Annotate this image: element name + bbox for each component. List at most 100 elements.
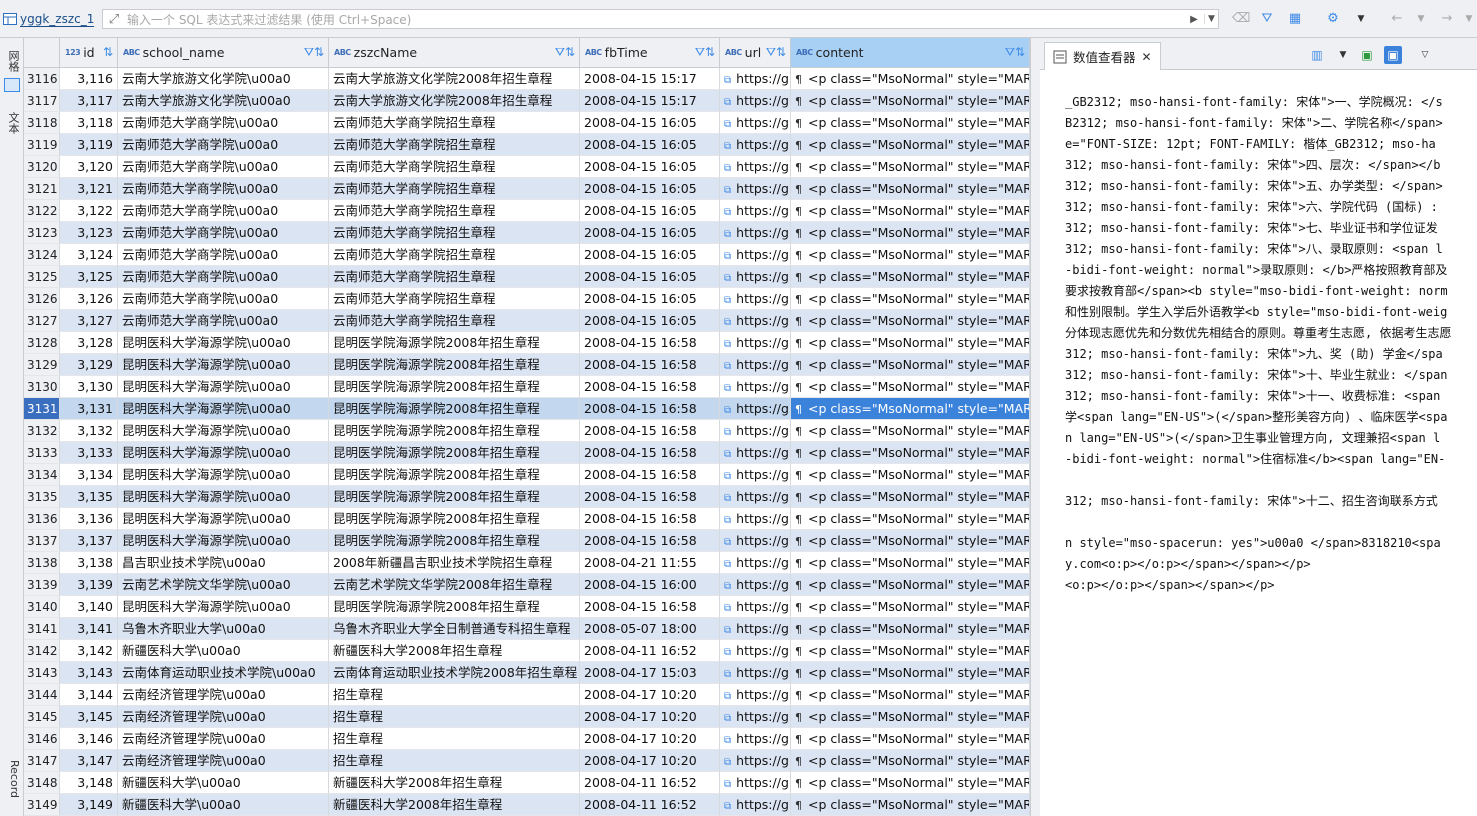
cell-content[interactable]: ¶ <p class="MsoNormal" style="MARGI <box>791 244 1030 266</box>
cell-school-name[interactable]: 云南师范大学商学院\u00a0 <box>118 222 329 244</box>
cell-url[interactable]: ⧉ https://g <box>720 618 791 640</box>
cell-content[interactable]: ¶ <p class="MsoNormal" style="MARGI <box>791 90 1030 112</box>
table-row[interactable]: 3136 3,136 昆明医科大学海源学院\u00a0 昆明医学院海源学院2008年招… <box>24 508 1030 530</box>
table-row[interactable]: 3123 3,123 云南师范大学商学院\u00a0 云南师范大学商学院招生章程 200… <box>24 222 1030 244</box>
row-number[interactable]: 3120 <box>24 156 60 178</box>
link-icon[interactable]: ⧉ <box>724 779 731 790</box>
cell-content[interactable]: ¶ <p class="MsoNormal" style="MARGI <box>791 156 1030 178</box>
cell-id[interactable]: 3,129 <box>60 354 118 376</box>
cell-content[interactable]: ¶ <p class="MsoNormal" style="MARGI <box>791 332 1030 354</box>
row-number[interactable]: 3142 <box>24 640 60 662</box>
cell-school-name[interactable]: 新疆医科大学\u00a0 <box>118 794 329 816</box>
table-row[interactable]: 3145 3,145 云南经济管理学院\u00a0 招生章程 2008-04-17 10… <box>24 706 1030 728</box>
row-number[interactable]: 3136 <box>24 508 60 530</box>
cell-school-name[interactable]: 云南艺术学院文华学院\u00a0 <box>118 574 329 596</box>
link-icon[interactable]: ⧉ <box>724 405 731 416</box>
cell-url[interactable]: ⧉ https://g <box>720 200 791 222</box>
table-row[interactable]: 3141 3,141 乌鲁木齐职业大学\u00a0 乌鲁木齐职业大学全日制普通专科招生… <box>24 618 1030 640</box>
cell-id[interactable]: 3,124 <box>60 244 118 266</box>
row-number[interactable]: 3143 <box>24 662 60 684</box>
table-row[interactable]: 3124 3,124 云南师范大学商学院\u00a0 云南师范大学商学院招生章程 200… <box>24 244 1030 266</box>
filter-sort-icon[interactable]: ⛛⇅ <box>555 45 575 60</box>
cell-content[interactable]: ¶ <p class="MsoNormal" style="MARGI <box>791 662 1030 684</box>
cell-url[interactable]: ⧉ https://g <box>720 530 791 552</box>
cell-school-name[interactable]: 昆明医科大学海源学院\u00a0 <box>118 486 329 508</box>
link-icon[interactable]: ⧉ <box>724 449 731 460</box>
link-icon[interactable]: ⧉ <box>724 163 731 174</box>
cell-url[interactable]: ⧉ https://g <box>720 134 791 156</box>
cell-url[interactable]: ⧉ https://g <box>720 90 791 112</box>
cell-url[interactable]: ⧉ https://g <box>720 750 791 772</box>
cell-school-name[interactable]: 新疆医科大学\u00a0 <box>118 640 329 662</box>
link-icon[interactable]: ⧉ <box>724 251 731 262</box>
row-number[interactable]: 3119 <box>24 134 60 156</box>
cell-school-name[interactable]: 云南师范大学商学院\u00a0 <box>118 310 329 332</box>
link-icon[interactable]: ⧉ <box>724 713 731 724</box>
cell-id[interactable]: 3,128 <box>60 332 118 354</box>
cell-content[interactable]: ¶ <p class="MsoNormal" style="MARGI <box>791 398 1030 420</box>
cell-url[interactable]: ⧉ https://g <box>720 508 791 530</box>
filter-history-dropdown-icon[interactable]: ▼ <box>1204 14 1218 24</box>
cell-url[interactable]: ⧉ https://g <box>720 376 791 398</box>
table-row[interactable]: 3116 3,116 云南大学旅游文化学院\u00a0 云南大学旅游文化学院2008年… <box>24 68 1030 90</box>
link-icon[interactable]: ⧉ <box>724 537 731 548</box>
table-row[interactable]: 3139 3,139 云南艺术学院文华学院\u00a0 云南艺术学院文华学院2008年… <box>24 574 1030 596</box>
link-icon[interactable]: ⧉ <box>724 735 731 746</box>
cell-content[interactable]: ¶ <p class="MsoNormal" style="MARGI <box>791 640 1030 662</box>
row-number[interactable]: 3133 <box>24 442 60 464</box>
cell-fbtime[interactable]: 2008-04-15 16:58 <box>580 464 720 486</box>
refresh-config-icon[interactable]: ⚙ <box>1324 10 1342 28</box>
chevron-down-icon[interactable]: ▼ <box>1352 10 1370 28</box>
panel-splitter[interactable] <box>1030 38 1040 816</box>
filter-input[interactable]: ⤢ 输入一个 SQL 表达式来过滤结果 (使用 Ctrl+Space) ▶ ▼ <box>102 9 1219 29</box>
link-icon[interactable]: ⧉ <box>724 493 731 504</box>
cell-url[interactable]: ⧉ https://g <box>720 420 791 442</box>
cell-url[interactable]: ⧉ https://g <box>720 464 791 486</box>
row-number[interactable]: 3121 <box>24 178 60 200</box>
row-number[interactable]: 3124 <box>24 244 60 266</box>
cell-id[interactable]: 3,138 <box>60 552 118 574</box>
cell-fbtime[interactable]: 2008-04-21 11:55 <box>580 552 720 574</box>
cell-content[interactable]: ¶ <p class="MsoNormal" style="MARGI <box>791 420 1030 442</box>
cell-content[interactable]: ¶ <p class="MsoNormal" style="MARGI <box>791 200 1030 222</box>
link-icon[interactable]: ⧉ <box>724 647 731 658</box>
cell-content[interactable]: ¶ <p class="MsoNormal" style="MARGI <box>791 596 1030 618</box>
row-number[interactable]: 3134 <box>24 464 60 486</box>
cell-id[interactable]: 3,126 <box>60 288 118 310</box>
cell-school-name[interactable]: 昆明医科大学海源学院\u00a0 <box>118 354 329 376</box>
link-icon[interactable]: ⧉ <box>724 559 731 570</box>
cell-id[interactable]: 3,125 <box>60 266 118 288</box>
results-tab[interactable]: yggk_zszc_1 <box>3 10 95 28</box>
cell-zszcname[interactable]: 招生章程 <box>329 728 580 750</box>
cell-fbtime[interactable]: 2008-04-15 16:05 <box>580 266 720 288</box>
link-icon[interactable]: ⧉ <box>724 669 731 680</box>
cell-url[interactable]: ⧉ https://g <box>720 332 791 354</box>
table-row[interactable]: 3126 3,126 云南师范大学商学院\u00a0 云南师范大学商学院招生章程 200… <box>24 288 1030 310</box>
row-number[interactable]: 3141 <box>24 618 60 640</box>
save-icon[interactable]: ▣ <box>1358 46 1376 64</box>
cell-school-name[interactable]: 云南大学旅游文化学院\u00a0 <box>118 68 329 90</box>
row-number[interactable]: 3117 <box>24 90 60 112</box>
cell-content[interactable]: ¶ <p class="MsoNormal" style="MARGI <box>791 68 1030 90</box>
cell-school-name[interactable]: 昆明医科大学海源学院\u00a0 <box>118 332 329 354</box>
row-number[interactable]: 3131 <box>24 398 60 420</box>
cell-fbtime[interactable]: 2008-04-15 16:05 <box>580 200 720 222</box>
cell-fbtime[interactable]: 2008-04-11 16:52 <box>580 640 720 662</box>
table-row[interactable]: 3118 3,118 云南师范大学商学院\u00a0 云南师范大学商学院招生章程 200… <box>24 112 1030 134</box>
cell-school-name[interactable]: 云南师范大学商学院\u00a0 <box>118 134 329 156</box>
column-header-content[interactable]: ABC content ⛛⇅ <box>791 38 1030 68</box>
cell-id[interactable]: 3,131 <box>60 398 118 420</box>
cell-zszcname[interactable]: 昆明医学院海源学院2008年招生章程 <box>329 398 580 420</box>
table-row[interactable]: 3119 3,119 云南师范大学商学院\u00a0 云南师范大学商学院招生章程 200… <box>24 134 1030 156</box>
panel-menu-icon[interactable]: ▽ <box>1416 46 1434 64</box>
link-icon[interactable]: ⧉ <box>724 691 731 702</box>
grid-view-tab[interactable]: 网格 <box>3 50 21 72</box>
cell-school-name[interactable]: 云南体育运动职业技术学院\u00a0 <box>118 662 329 684</box>
cell-zszcname[interactable]: 昆明医学院海源学院2008年招生章程 <box>329 486 580 508</box>
link-icon[interactable]: ⧉ <box>724 141 731 152</box>
cell-id[interactable]: 3,122 <box>60 200 118 222</box>
cell-zszcname[interactable]: 昆明医学院海源学院2008年招生章程 <box>329 508 580 530</box>
cell-zszcname[interactable]: 云南艺术学院文华学院2008年招生章程 <box>329 574 580 596</box>
cell-fbtime[interactable]: 2008-04-15 16:05 <box>580 134 720 156</box>
table-row[interactable]: 3122 3,122 云南师范大学商学院\u00a0 云南师范大学商学院招生章程 200… <box>24 200 1030 222</box>
